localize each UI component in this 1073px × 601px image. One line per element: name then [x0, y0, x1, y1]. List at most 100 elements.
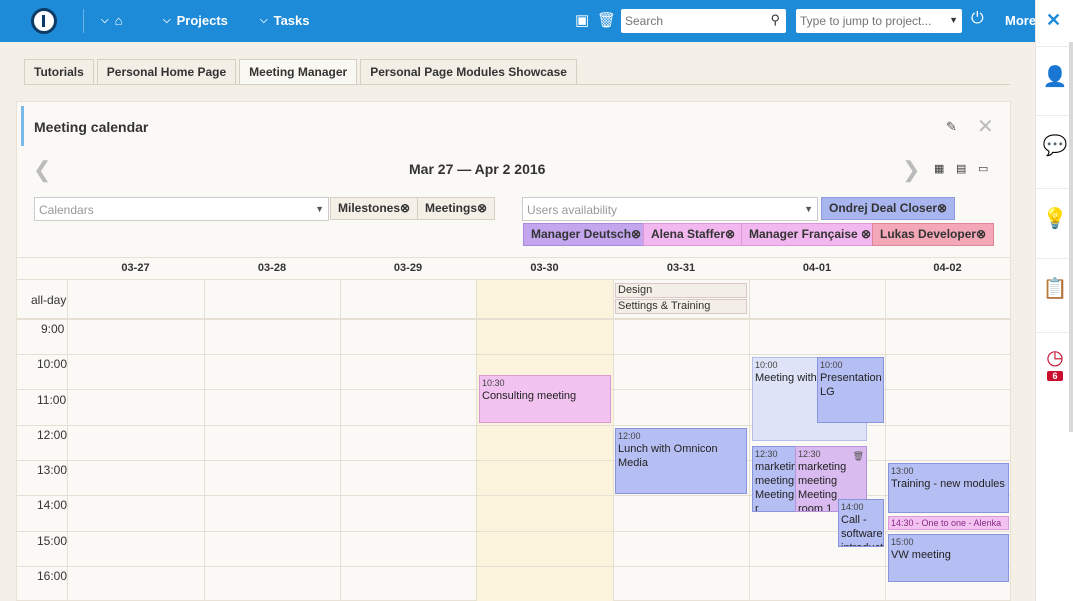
grid-line [67, 279, 68, 601]
dropdown-caret-icon: ▼ [804, 204, 813, 214]
day-header: 03-30 [530, 262, 559, 274]
event-call-software[interactable]: 14:00 Call - software introducti [838, 499, 884, 547]
power-icon[interactable]: ⏻ [971, 10, 984, 28]
event-presentation-lg[interactable]: 10:00 Presentation LG [817, 357, 884, 423]
today-column [476, 279, 613, 601]
event-consulting-meeting[interactable]: 10:30 Consulting meeting [479, 375, 611, 423]
event-title: Meeting with p [755, 372, 826, 384]
jump-to-project-input[interactable] [796, 9, 941, 33]
clock-icon: ◷ [1046, 346, 1064, 369]
chevron-down-icon: ⌵ [101, 15, 109, 26]
event-lunch-omnicon[interactable]: 12:00 Lunch with Omnicon Media [615, 428, 747, 494]
tasks-nav[interactable]: ⌵ Tasks [260, 13, 310, 28]
users-placeholder: Users availability [527, 203, 618, 217]
top-bar: ⌵ ⌂ ⌵ Projects ⌵ Tasks ▣ 🗑 ⚲ ▼ ⏻ More [0, 0, 1036, 42]
event-title: marketing meeting Meeting r [755, 461, 796, 512]
day-header: 03-29 [393, 262, 423, 274]
event-title: 14:30 - One to one - Alenka [891, 518, 1002, 528]
event-time: 14:00 [841, 502, 864, 512]
month-view-icon[interactable]: ▦ [934, 162, 944, 175]
grid-line [17, 318, 1010, 320]
event-title: Presentation LG [820, 372, 882, 398]
projects-nav[interactable]: ⌵ Projects [163, 13, 228, 28]
chip-alena[interactable]: Alena Staffer⊗ [643, 223, 744, 246]
chip-meetings[interactable]: Meetings⊗ [417, 197, 496, 220]
grid-line [204, 279, 205, 601]
close-icon[interactable]: ✕ [1046, 10, 1061, 31]
day-header: 03-31 [666, 262, 696, 274]
projects-label: Projects [176, 13, 228, 28]
week-view-icon[interactable]: ▤ [956, 162, 966, 175]
allday-event-design[interactable]: Design [615, 283, 747, 298]
day-header: 04-01 [802, 262, 832, 274]
grid-line [17, 566, 1010, 567]
tab-tutorials[interactable]: Tutorials [24, 59, 94, 85]
calendars-select[interactable]: Calendars ▼ [34, 197, 329, 221]
grid-line [613, 279, 614, 601]
hour-label: 9:00 [41, 322, 65, 336]
hour-label: 13:00 [37, 463, 68, 477]
chip-lukas[interactable]: Lukas Developer⊗ [872, 223, 995, 246]
chip-ondrej[interactable]: Ondrej Deal Closer⊗ [821, 197, 956, 220]
grid-line [885, 279, 886, 601]
chip-manager-deutsch[interactable]: Manager Deutsch⊗ [523, 223, 650, 246]
more-menu[interactable]: More [1005, 13, 1036, 28]
hour-label: 16:00 [37, 569, 68, 583]
tab-meeting-manager[interactable]: Meeting Manager [239, 59, 358, 85]
day-view-icon[interactable]: ▭ [978, 162, 988, 175]
search-box: ⚲ [621, 9, 786, 33]
home-nav[interactable]: ⌵ ⌂ [101, 13, 122, 28]
tab-personal-home-page[interactable]: Personal Home Page [96, 59, 237, 85]
scrollbar[interactable] [1069, 42, 1073, 432]
user-icon[interactable]: 👤 [1036, 46, 1073, 106]
trash-icon[interactable]: 🗑 [853, 449, 864, 463]
event-marketing-meeting-a[interactable]: 12:30 marketing meeting Meeting r [752, 446, 797, 512]
grid-line [17, 279, 1010, 280]
event-time: 10:30 [482, 378, 505, 388]
divider [83, 9, 84, 33]
search-icon[interactable]: ⚲ [770, 12, 780, 28]
event-time: 13:00 [891, 466, 914, 476]
event-training-new-modules[interactable]: 13:00 Training - new modules [888, 463, 1009, 513]
event-title: Training - new modules [891, 478, 1005, 490]
chip-manager-francaise[interactable]: Manager Française ⊗ [741, 223, 880, 246]
grid-line [476, 279, 477, 601]
prev-week-button[interactable]: ❮ [33, 157, 51, 183]
hour-label: 14:00 [37, 498, 68, 512]
chip-milestones[interactable]: Milestones⊗ [330, 197, 419, 220]
event-title: VW meeting [891, 549, 951, 561]
grid-line [17, 257, 1010, 258]
dropdown-caret-icon: ▼ [315, 204, 324, 214]
meeting-calendar-panel: Meeting calendar ✎ ✕ ❮ Mar 27 — Apr 2 20… [16, 101, 1011, 601]
users-availability-select[interactable]: Users availability ▼ [522, 197, 818, 221]
edit-icon[interactable]: ✎ [946, 119, 957, 135]
chevron-down-icon: ⌵ [163, 15, 171, 26]
divider [24, 84, 1010, 85]
calendars-placeholder: Calendars [39, 203, 94, 217]
allday-event-settings-training[interactable]: Settings & Training [615, 299, 747, 314]
time-tracker[interactable]: ◷ 6 [1036, 332, 1073, 392]
tab-modules-showcase[interactable]: Personal Page Modules Showcase [360, 59, 577, 85]
chat-icon[interactable]: 💬 [1036, 115, 1073, 175]
event-time: 12:30 [755, 449, 778, 459]
close-icon[interactable]: ✕ [977, 114, 994, 139]
event-time: 12:00 [618, 431, 641, 441]
time-badge: 6 [1047, 370, 1063, 381]
youtube-icon[interactable]: ▣ [575, 11, 589, 29]
next-week-button[interactable]: ❯ [902, 157, 920, 183]
trash-icon[interactable]: 🗑 [597, 11, 616, 29]
home-icon: ⌂ [114, 13, 123, 28]
day-header: 03-28 [257, 262, 287, 274]
search-input[interactable] [621, 9, 761, 33]
app-logo[interactable] [31, 8, 57, 34]
lightbulb-icon[interactable]: 💡 [1036, 188, 1073, 248]
event-time: 10:00 [820, 360, 843, 370]
dropdown-caret-icon[interactable]: ▼ [949, 15, 958, 25]
event-title: Call - software introducti [841, 514, 883, 546]
event-vw-meeting[interactable]: 15:00 VW meeting [888, 534, 1009, 582]
hour-label: 15:00 [37, 534, 68, 548]
grid-line [17, 354, 1010, 355]
clipboard-icon[interactable]: 📋 [1036, 258, 1073, 318]
jump-to-project: ▼ [796, 9, 962, 33]
event-one-to-one-alenka[interactable]: 14:30 - One to one - Alenka [888, 516, 1009, 530]
